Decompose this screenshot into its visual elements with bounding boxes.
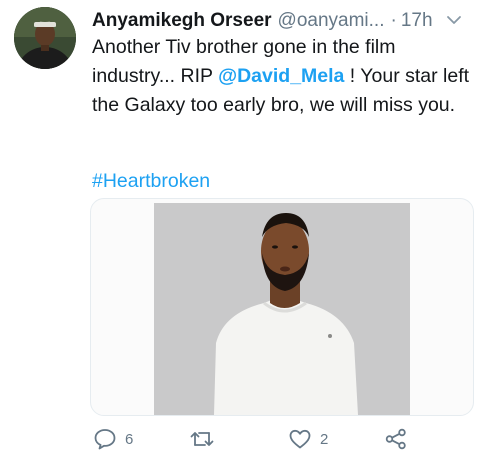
tweet-photo[interactable] — [154, 203, 410, 415]
hashtag-link[interactable]: #Heartbroken — [92, 167, 210, 196]
reply-count: 6 — [125, 430, 134, 448]
user-handle[interactable]: @oanyami... — [278, 10, 385, 32]
reply-icon — [93, 428, 117, 450]
like-count: 2 — [320, 430, 329, 448]
action-bar: 6 2 — [0, 425, 486, 453]
like-button[interactable]: 2 — [288, 425, 328, 453]
separator-dot: · — [390, 10, 397, 31]
tweet-card[interactable]: Anyamikegh Orseer @oanyami... · 17h Anot… — [0, 0, 486, 457]
media-card[interactable] — [90, 198, 474, 416]
share-icon — [384, 428, 408, 450]
tweet-header: Anyamikegh Orseer @oanyami... · 17h — [92, 8, 478, 34]
heart-icon — [288, 428, 312, 450]
tweet-text: Another Tiv brother gone in the film ind… — [92, 33, 476, 120]
retweet-icon — [189, 428, 215, 450]
reply-button[interactable]: 6 — [93, 425, 133, 453]
timestamp[interactable]: 17h — [401, 10, 433, 32]
share-button[interactable] — [384, 425, 408, 453]
avatar[interactable] — [14, 7, 76, 69]
display-name[interactable]: Anyamikegh Orseer — [92, 10, 272, 32]
mention-link[interactable]: @David_Mela — [218, 65, 344, 87]
retweet-button[interactable] — [189, 425, 215, 453]
chevron-down-icon[interactable] — [444, 10, 464, 30]
